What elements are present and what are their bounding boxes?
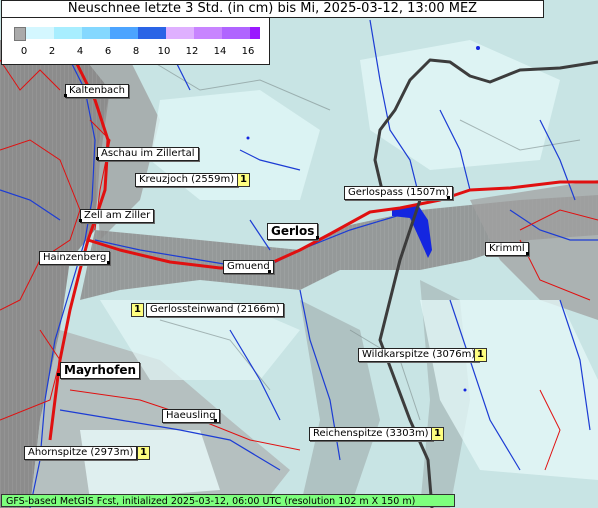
lake-1 bbox=[476, 46, 480, 50]
place-label-wildkarspitze: Wildkarspitze (3076m) bbox=[358, 348, 480, 362]
place-dot-gmuend bbox=[268, 270, 271, 273]
lake-3 bbox=[463, 388, 467, 392]
forecast-footer: GFS-based MetGIS Fcst, initialized 2025-… bbox=[1, 494, 455, 507]
legend-tick-label: 10 bbox=[157, 46, 171, 57]
place-label-mayrhofen: Mayrhofen bbox=[60, 362, 141, 379]
legend-color-scale bbox=[14, 27, 260, 41]
snow-patch-5 bbox=[80, 430, 220, 500]
place-label-haeusling: Haeusling bbox=[162, 409, 220, 423]
legend-swatch bbox=[222, 27, 250, 39]
place-label-gerlospass: Gerlospass (1507m) bbox=[344, 186, 454, 200]
legend-tick-label: 0 bbox=[20, 46, 28, 57]
map-title: Neuschnee letzte 3 Std. (in cm) bis Mi, … bbox=[1, 0, 544, 18]
place-label-zell: Zell am Ziller bbox=[80, 209, 155, 223]
snow-badge-wildkarspitze: 1 bbox=[474, 348, 487, 362]
legend-tick-label: 6 bbox=[104, 46, 112, 57]
legend-tick-label: 2 bbox=[48, 46, 56, 57]
legend-swatch bbox=[250, 27, 260, 39]
legend-swatch bbox=[110, 27, 138, 39]
legend-swatch bbox=[138, 27, 166, 39]
place-dot-haeusling bbox=[214, 419, 217, 422]
legend-tick-label: 8 bbox=[132, 46, 140, 57]
snow-badge-gerlossteinwand: 1 bbox=[131, 303, 144, 317]
legend-tick-label: 16 bbox=[241, 46, 255, 57]
place-dot-mayrhofen bbox=[57, 373, 60, 376]
place-label-gerlossteinwand: Gerlossteinwand (2166m) bbox=[146, 303, 284, 317]
legend-swatch bbox=[14, 27, 26, 41]
place-label-ahornspitze: Ahornspitze (2973m) bbox=[24, 446, 138, 460]
snow-badge-reichenspitze: 1 bbox=[431, 427, 444, 441]
lake-2 bbox=[246, 136, 250, 140]
snow-badge-kreuzjoch: 1 bbox=[237, 173, 250, 187]
legend-swatch bbox=[166, 27, 194, 39]
place-label-krimml: Krimml bbox=[485, 242, 529, 256]
legend-tick-label: 12 bbox=[185, 46, 199, 57]
place-dot-kaltenbach bbox=[64, 94, 67, 97]
legend-tick-label: 4 bbox=[76, 46, 84, 57]
legend-swatch bbox=[82, 27, 110, 39]
place-label-aschau: Aschau im Zillertal bbox=[97, 147, 199, 161]
place-dot-aschau bbox=[96, 157, 99, 160]
place-dot-gerlospass bbox=[447, 196, 450, 199]
legend-swatch bbox=[54, 27, 82, 39]
place-dot-zell bbox=[79, 219, 82, 222]
snow-badge-ahornspitze: 1 bbox=[137, 446, 150, 460]
place-label-gmuend: Gmuend bbox=[223, 260, 274, 274]
place-label-kreuzjoch: Kreuzjoch (2559m) bbox=[135, 173, 239, 187]
place-dot-hainzenberg bbox=[107, 261, 110, 264]
forecast-map: Neuschnee letzte 3 Std. (in cm) bis Mi, … bbox=[0, 0, 598, 508]
legend-ticks: 0 2 4 6 8 10 12 14 16 bbox=[2, 46, 269, 60]
place-dot-gerlos bbox=[316, 236, 319, 239]
place-label-hainzenberg: Hainzenberg bbox=[39, 251, 111, 265]
legend-swatch bbox=[194, 27, 222, 39]
place-label-reichenspitze: Reichenspitze (3303m) bbox=[309, 427, 433, 441]
legend-swatch bbox=[26, 27, 54, 39]
place-dot-krimml bbox=[526, 252, 529, 255]
snow-legend: 0 2 4 6 8 10 12 14 16 bbox=[1, 17, 270, 65]
place-label-gerlos: Gerlos bbox=[267, 223, 319, 240]
legend-tick-label: 14 bbox=[213, 46, 227, 57]
place-label-kaltenbach: Kaltenbach bbox=[65, 84, 130, 98]
